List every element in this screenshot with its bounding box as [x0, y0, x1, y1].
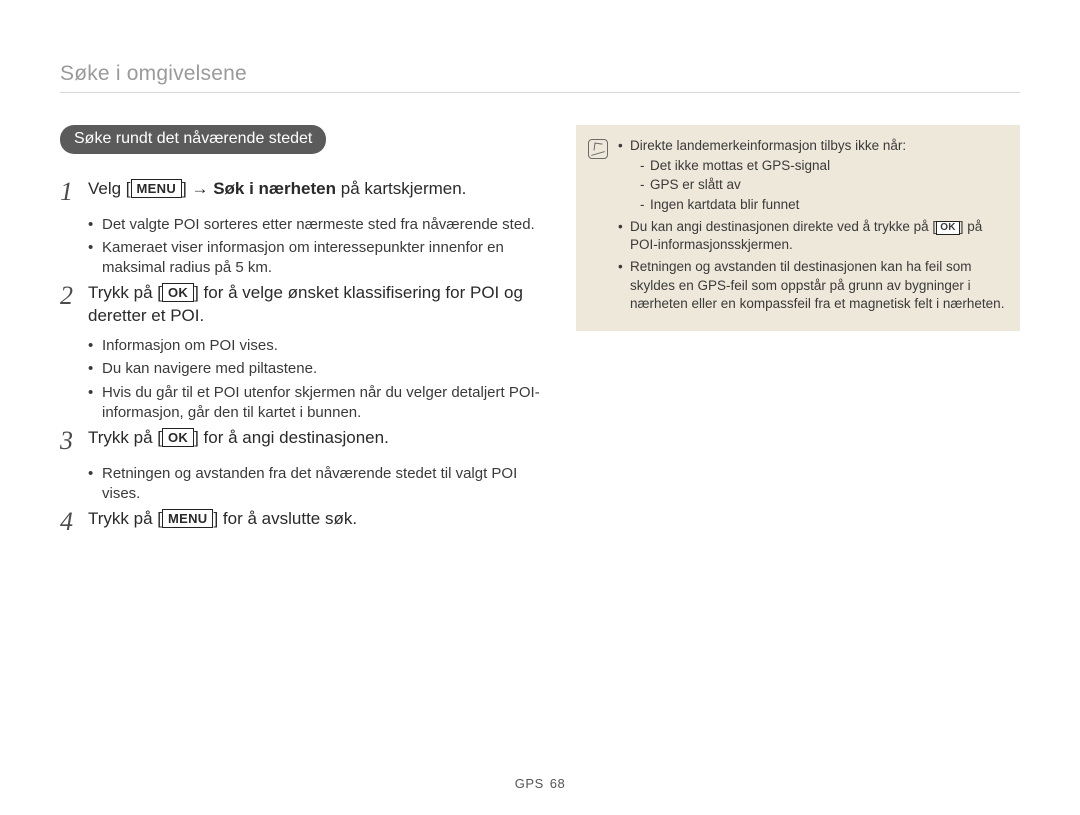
- bullet-item: Informasjon om POI vises.: [88, 336, 540, 356]
- step-number: 2: [60, 282, 88, 328]
- step-text-part: Trykk på [: [88, 283, 162, 302]
- step-3-bullets: Retningen og avstanden fra det nåværende…: [60, 464, 540, 505]
- note-text: Direkte landemerkeinformasjon tilbys ikk…: [630, 138, 906, 153]
- footer-section: GPS: [515, 776, 544, 791]
- step-text-part: ] for å avslutte søk.: [213, 509, 357, 528]
- step-1: 1 Velg [MENU] → Søk i nærheten på kartsk…: [60, 178, 540, 207]
- note-subitem: Ingen kartdata blir funnet: [640, 196, 1006, 214]
- bullet-item: Retningen og avstanden fra det nåværende…: [88, 464, 540, 505]
- step-text-part: ] for å angi destinasjonen.: [194, 428, 389, 447]
- step-text-bold: Søk i nærheten: [213, 179, 336, 198]
- page-footer: GPS 68: [0, 776, 1080, 791]
- step-1-bullets: Det valgte POI sorteres etter nærmeste s…: [60, 215, 540, 279]
- bullet-item: Du kan navigere med piltastene.: [88, 359, 540, 379]
- bullet-item: Hvis du går til et POI utenfor skjermen …: [88, 383, 540, 424]
- step-number: 1: [60, 178, 88, 207]
- step-text-part: ] →: [182, 179, 213, 198]
- step-2: 2 Trykk på [OK] for å velge ønsket klass…: [60, 282, 540, 328]
- step-number: 4: [60, 508, 88, 537]
- step-text: Velg [MENU] → Søk i nærheten på kartskje…: [88, 178, 466, 207]
- note-icon: [588, 139, 608, 159]
- footer-page-number: 68: [550, 776, 565, 791]
- step-text-part: på kartskjermen.: [336, 179, 466, 198]
- bullet-item: Kameraet viser informasjon om interessep…: [88, 238, 540, 279]
- note-subitem: Det ikke mottas et GPS-signal: [640, 157, 1006, 175]
- note-panel: Direkte landemerkeinformasjon tilbys ikk…: [576, 125, 1020, 331]
- right-column: Direkte landemerkeinformasjon tilbys ikk…: [576, 125, 1020, 537]
- ok-button-icon: OK: [936, 221, 960, 235]
- note-item: Direkte landemerkeinformasjon tilbys ikk…: [618, 137, 1006, 214]
- note-sublist: Det ikke mottas et GPS-signal GPS er slå…: [630, 157, 1006, 214]
- note-text-part: Du kan angi destinasjonen direkte ved å …: [630, 219, 936, 234]
- step-4: 4 Trykk på [MENU] for å avslutte søk.: [60, 508, 540, 537]
- step-3: 3 Trykk på [OK] for å angi destinasjonen…: [60, 427, 540, 456]
- left-column: Søke rundt det nåværende stedet 1 Velg […: [60, 125, 540, 537]
- page-header-title: Søke i omgivelsene: [60, 62, 1020, 93]
- note-item: Du kan angi destinasjonen direkte ved å …: [618, 218, 1006, 254]
- note-list: Direkte landemerkeinformasjon tilbys ikk…: [618, 137, 1006, 317]
- section-pill: Søke rundt det nåværende stedet: [60, 125, 326, 154]
- step-text: Trykk på [OK] for å velge ønsket klassif…: [88, 282, 540, 328]
- step-number: 3: [60, 427, 88, 456]
- step-text: Trykk på [MENU] for å avslutte søk.: [88, 508, 357, 537]
- step-2-bullets: Informasjon om POI vises. Du kan naviger…: [60, 336, 540, 423]
- step-text-part: Velg [: [88, 179, 131, 198]
- step-text-part: Trykk på [: [88, 509, 162, 528]
- bullet-item: Det valgte POI sorteres etter nærmeste s…: [88, 215, 540, 235]
- step-text: Trykk på [OK] for å angi destinasjonen.: [88, 427, 389, 456]
- note-subitem: GPS er slått av: [640, 176, 1006, 194]
- menu-button-icon: MENU: [162, 509, 213, 528]
- note-item: Retningen og avstanden til destinasjonen…: [618, 258, 1006, 313]
- step-text-part: Trykk på [: [88, 428, 162, 447]
- ok-button-icon: OK: [162, 283, 194, 302]
- ok-button-icon: OK: [162, 428, 194, 447]
- menu-button-icon: MENU: [131, 179, 182, 198]
